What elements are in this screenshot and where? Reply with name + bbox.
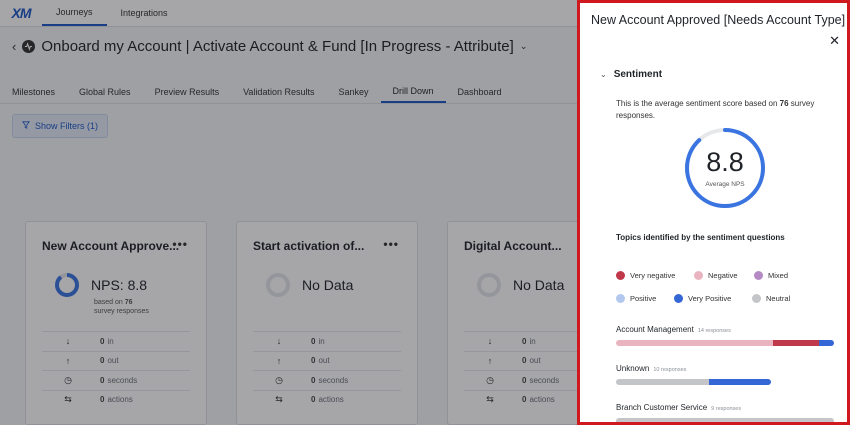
topic-bar-block: Account Management 14 responses [616,325,834,346]
topic-bar[interactable] [616,340,834,346]
topic-bar[interactable] [616,379,771,385]
legend-neutral: Neutral [752,294,790,303]
bar-segment [616,418,834,422]
close-icon[interactable]: ✕ [829,33,840,49]
legend-label: Very negative [630,271,676,280]
topic-name: Unknown [616,364,650,373]
average-nps-value: 8.8 [706,147,744,177]
topic-name: Branch Customer Service [616,403,708,412]
section-title: Sentiment [613,69,663,80]
bar-segment [616,340,773,346]
chevron-down-icon: ⌄ [600,70,607,79]
topic-name: Account Management [616,325,694,334]
sentiment-section-header[interactable]: ⌄ Sentiment [600,69,662,80]
topic-bars: Account Management 14 responses Unknown 10 … [616,325,834,422]
topic-bar-block: Branch Customer Service 9 responses [616,403,834,422]
legend-dot [694,271,703,280]
topic-bar-block: Unknown 10 responses [616,364,834,385]
legend-negative: Negative [694,271,754,280]
bar-segment [772,340,819,346]
bar-segment [818,340,834,346]
legend-label: Very Positive [688,294,732,303]
legend-label: Positive [630,294,657,303]
topic-header: Unknown 10 responses [616,364,834,373]
topic-header: Branch Customer Service 9 responses [616,403,834,412]
topic-count: 10 responses [653,367,687,373]
topic-count: 14 responses [697,328,731,334]
topic-count: 9 responses [711,406,742,412]
legend-label: Negative [708,271,738,280]
legend-very-positive: Very Positive [674,294,752,303]
legend-positive: Positive [616,294,674,303]
sentiment-panel: New Account Approved [Needs Account Type… [577,0,850,425]
bar-segment [616,379,709,385]
topic-header: Account Management 14 responses [616,325,834,334]
legend-dot [616,271,625,280]
average-nps-label: Average NPS [705,181,745,188]
modal-overlay[interactable] [0,0,577,425]
legend-label: Mixed [768,271,789,280]
topics-title: Topics identified by the sentiment quest… [616,233,785,242]
legend-dot [754,271,763,280]
topic-bar[interactable] [616,418,834,422]
legend-dot [616,294,625,303]
desc-count: 76 [779,99,789,108]
panel-title: New Account Approved [Needs Account Type… [591,13,846,27]
legend-mixed: Mixed [754,271,788,280]
bar-segment [709,379,771,385]
legend-dot [674,294,683,303]
legend-label: Neutral [766,294,791,303]
sentiment-description: This is the average sentiment score base… [616,98,836,122]
desc-prefix: This is the average sentiment score base… [616,99,780,108]
sentiment-legend: Very negative Negative Mixed Positive Ve… [616,264,836,310]
legend-very-negative: Very negative [616,271,694,280]
legend-dot [752,294,761,303]
